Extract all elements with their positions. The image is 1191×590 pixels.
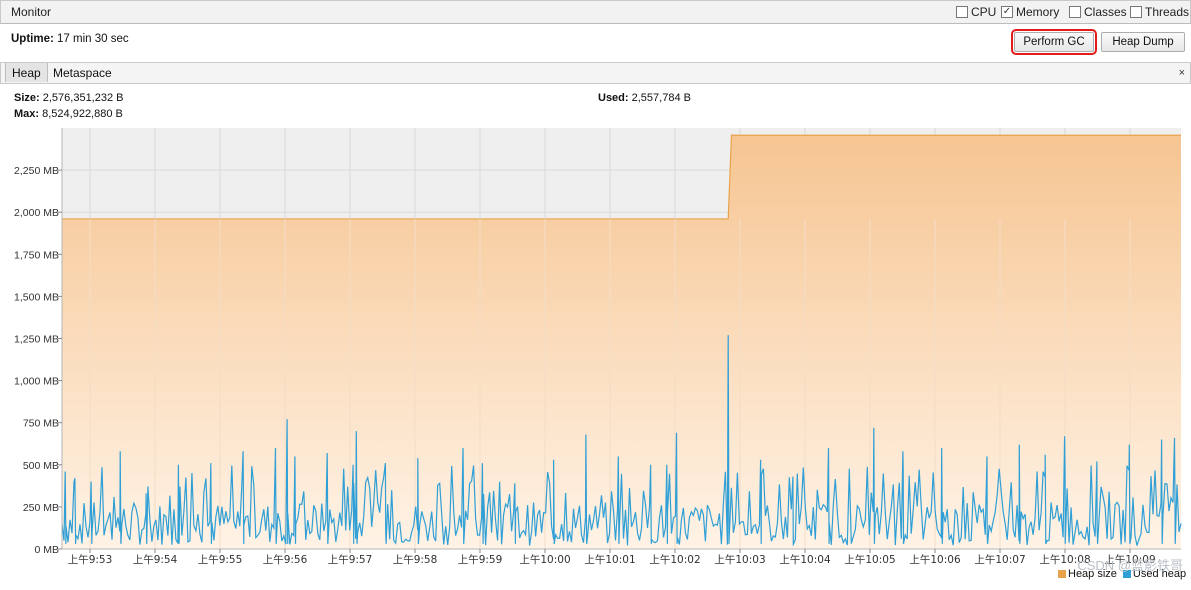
classes-checkbox[interactable]: Classes <box>1069 5 1127 19</box>
x-tick-label: 上午9:57 <box>328 553 373 566</box>
x-tick-label: 上午9:54 <box>133 553 178 566</box>
checkbox-box[interactable] <box>956 6 968 18</box>
x-tick-label: 上午10:06 <box>909 553 961 566</box>
uptime-label: Uptime: <box>11 33 54 45</box>
checkbox-box[interactable] <box>1069 6 1081 18</box>
y-tick-label: 1,500 MB <box>14 291 59 303</box>
cpu-checkbox[interactable]: CPU <box>956 5 996 19</box>
monitor-titlebar: Monitor CPU ✓ Memory Classes Threads <box>0 0 1191 24</box>
tab-bar: Heap Metaspace × <box>0 62 1191 84</box>
y-tick-label: 750 MB <box>23 418 59 430</box>
threads-checkbox[interactable]: Threads <box>1130 5 1189 19</box>
tab-metaspace[interactable]: Metaspace <box>47 63 118 82</box>
checkbox-checked[interactable]: ✓ <box>1001 6 1013 18</box>
y-tick-label: 1,250 MB <box>14 334 59 346</box>
window-title: Monitor <box>11 5 52 19</box>
y-tick-label: 2,250 MB <box>14 165 59 177</box>
x-tick-label: 上午9:53 <box>68 553 113 566</box>
x-tick-label: 上午9:59 <box>458 553 503 566</box>
perform-gc-button[interactable]: Perform GC <box>1011 29 1097 55</box>
x-tick-label: 上午10:01 <box>584 553 635 566</box>
y-tick-label: 2,000 MB <box>14 207 59 219</box>
close-icon[interactable]: × <box>1176 63 1188 82</box>
used-value: 2,557,784 B <box>631 92 691 104</box>
y-tick-label: 500 MB <box>23 460 59 472</box>
x-tick-label: 上午10:04 <box>779 553 831 566</box>
tab-heap[interactable]: Heap <box>5 63 48 82</box>
max-stat: Max: 8,524,922,880 B <box>14 108 123 120</box>
heap-chart-svg: 0 MB 250 MB 500 MB 750 MB 1,000 MB 1,250 MB 1,… <box>14 128 1182 566</box>
x-tick-label: 上午10:07 <box>974 553 1025 566</box>
watermark: CSDN @蓝影铁哥 <box>1077 558 1183 573</box>
heap-chart: 0 MB 250 MB 500 MB 750 MB 1,000 MB 1,250 MB 1,… <box>0 124 1191 587</box>
max-value: 8,524,922,880 B <box>42 108 123 120</box>
uptime: Uptime: 17 min 30 sec <box>11 33 129 45</box>
x-tick-label: 上午10:05 <box>844 553 895 566</box>
x-tick-label: 上午10:00 <box>519 553 570 566</box>
x-tick-label: 上午10:02 <box>649 553 700 566</box>
size-value: 2,576,351,232 B <box>42 92 124 104</box>
uptime-value: 17 min 30 sec <box>57 33 129 45</box>
checkbox-box[interactable] <box>1130 6 1142 18</box>
x-tick-label: 上午9:56 <box>263 553 308 566</box>
y-tick-label: 0 MB <box>34 544 59 556</box>
heap-size-swatch <box>1058 570 1066 578</box>
heap-dump-button[interactable]: Heap Dump <box>1101 32 1185 52</box>
used-stat: Used: 2,557,784 B <box>598 92 691 104</box>
size-stat: Size: 2,576,351,232 B <box>14 92 124 104</box>
x-tick-label: 上午10:03 <box>714 553 765 566</box>
x-tick-label: 上午9:58 <box>393 553 438 566</box>
y-tick-label: 1,000 MB <box>14 376 59 388</box>
y-tick-label: 1,750 MB <box>14 249 59 261</box>
y-tick-label: 250 MB <box>23 502 59 514</box>
x-tick-label: 上午9:55 <box>198 553 243 566</box>
memory-checkbox[interactable]: ✓ Memory <box>1001 5 1059 19</box>
